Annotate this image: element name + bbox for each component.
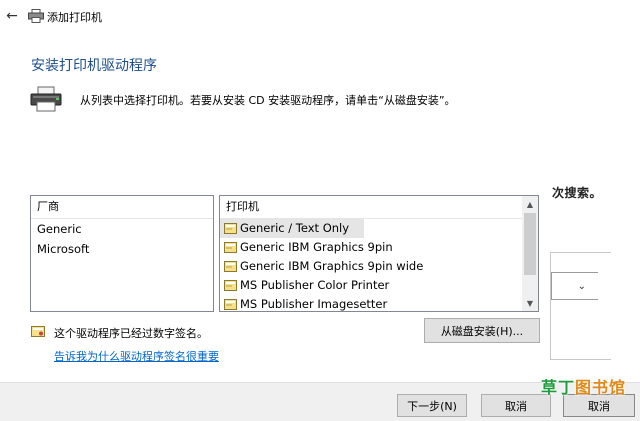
printer-item-label: MS Publisher Imagesetter (240, 297, 388, 311)
manufacturer-item-generic[interactable]: Generic (31, 219, 213, 239)
scroll-down-arrow-icon[interactable]: ▼ (522, 295, 538, 311)
driver-signing-link[interactable]: 告诉我为什么驱动程序签名很重要 (54, 348, 219, 364)
instructions-text: 从列表中选择打印机。若要从安装 CD 安装驱动程序，请单击“从磁盘安装”。 (80, 94, 456, 107)
driver-icon (224, 261, 237, 272)
printer-list-header: 打印机 (220, 196, 538, 219)
driver-icon (224, 299, 237, 310)
printer-item-label: Generic / Text Only (240, 221, 350, 235)
back-button[interactable]: ← (2, 6, 22, 26)
printer-item[interactable]: MS Publisher Color Printer (220, 276, 522, 295)
arrow-left-icon: ← (6, 8, 18, 24)
printer-item[interactable]: Generic IBM Graphics 9pin wide (220, 257, 522, 276)
driver-signed-text: 这个驱动程序已经过数字签名。 (54, 327, 208, 340)
driver-icon (224, 223, 237, 234)
scroll-thumb[interactable] (524, 213, 536, 275)
watermark-part-2: 图书馆 (575, 378, 627, 397)
driver-icon (224, 280, 237, 291)
watermark-part-1: 草丁 (541, 378, 576, 397)
manufacturer-list[interactable]: 厂商 Generic Microsoft (30, 195, 214, 312)
next-button[interactable]: 下一步(N) (397, 394, 467, 417)
page-heading: 安装打印机驱动程序 (31, 58, 157, 74)
printer-item[interactable]: Generic IBM Graphics 9pin (220, 238, 522, 257)
background-dropdown[interactable]: ⌄ (551, 272, 598, 300)
printer-item[interactable]: Generic / Text Only (220, 219, 364, 238)
printer-icon (28, 9, 44, 23)
have-disk-button[interactable]: 从磁盘安装(H)... (424, 318, 540, 343)
window-title: 添加打印机 (47, 11, 102, 24)
printer-list-scrollbar[interactable]: ▲ ▼ (522, 196, 538, 311)
driver-icon (224, 242, 237, 253)
printer-list[interactable]: 打印机 Generic / Text Only Generic IBM Grap… (219, 195, 539, 312)
background-dialog-panel (550, 252, 611, 360)
printer-item-label: MS Publisher Color Printer (240, 278, 390, 292)
chevron-down-icon: ⌄ (577, 280, 586, 292)
signed-driver-icon (31, 326, 45, 337)
manufacturer-item-microsoft[interactable]: Microsoft (31, 239, 213, 259)
printer-item-label: Generic IBM Graphics 9pin wide (240, 259, 424, 273)
watermark: 草丁图书馆 (541, 374, 626, 398)
scroll-up-arrow-icon[interactable]: ▲ (522, 196, 538, 212)
printer-icon (30, 86, 62, 112)
manufacturer-list-header: 厂商 (31, 196, 213, 219)
printer-item[interactable]: MS Publisher Imagesetter (220, 295, 522, 311)
printer-item-label: Generic IBM Graphics 9pin (240, 240, 393, 254)
background-dialog-text: 次搜索。 (552, 186, 603, 200)
